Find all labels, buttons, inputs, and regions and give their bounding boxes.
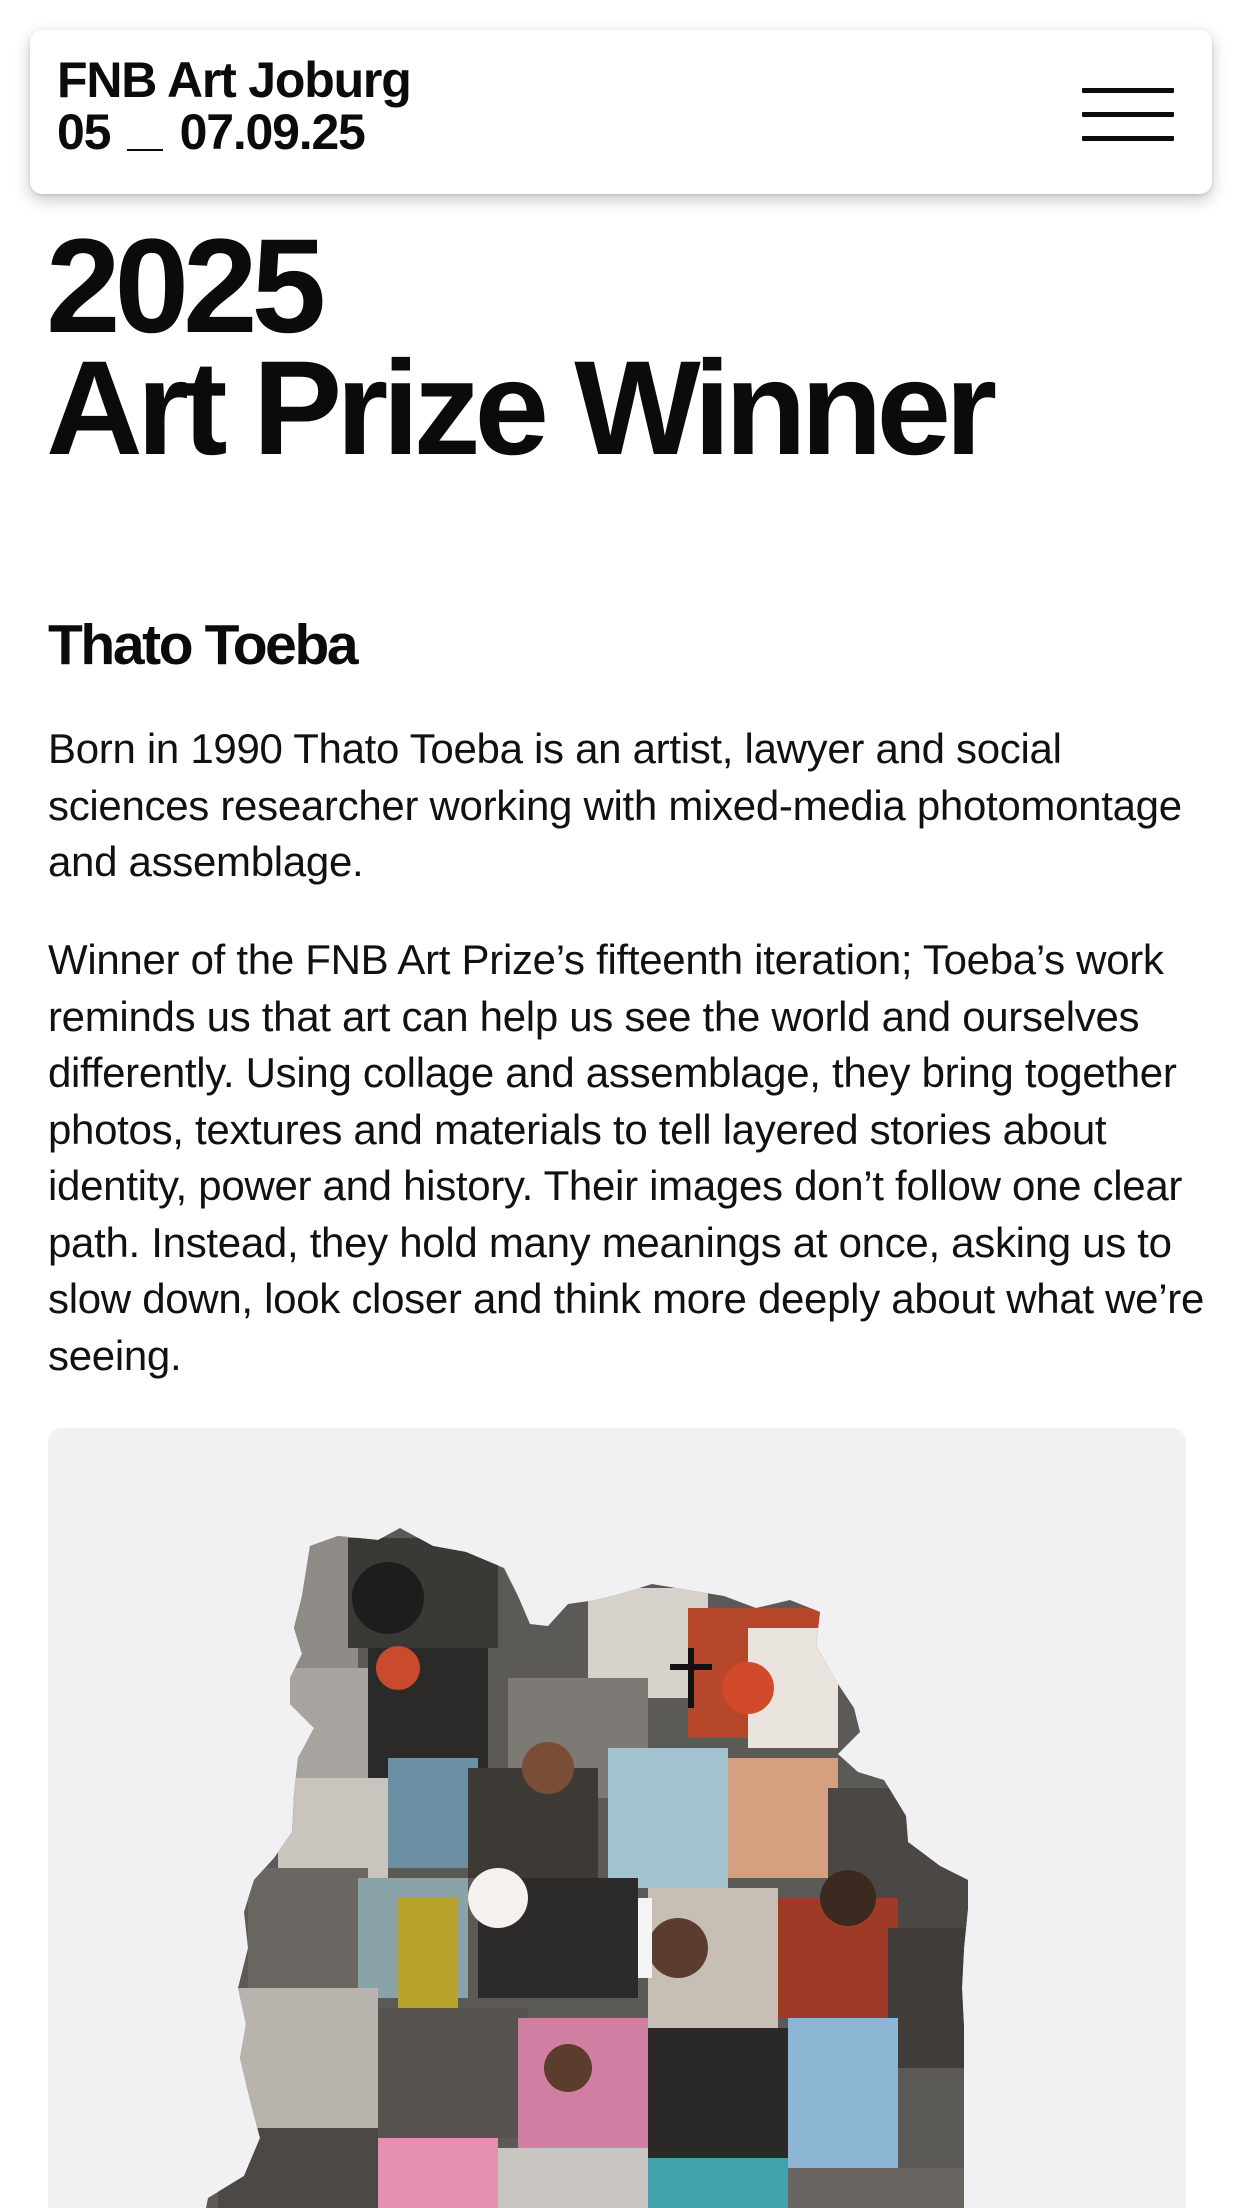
brand-name: FNB Art Joburg	[57, 52, 412, 108]
title-year: 2025	[46, 212, 326, 361]
menu-bar-top	[1082, 88, 1174, 93]
page: FNB Art Joburg 05 07.09.25 2025 Art Priz…	[0, 0, 1242, 2208]
title-text: Art Prize Winner	[46, 334, 997, 483]
artwork-collage-image	[48, 1428, 1186, 2208]
menu-bar-middle	[1082, 112, 1174, 117]
artist-description-paragraph: Winner of the FNB Art Prize’s fifteenth …	[48, 936, 1204, 1379]
brand-logo[interactable]: FNB Art Joburg 05 07.09.25	[57, 52, 412, 158]
event-dates: 05 07.09.25	[57, 106, 411, 158]
site-header: FNB Art Joburg 05 07.09.25	[30, 30, 1212, 194]
hamburger-menu-icon[interactable]	[1082, 86, 1174, 144]
menu-bar-bottom	[1082, 136, 1174, 141]
artist-name: Thato Toeba	[48, 613, 359, 677]
artist-bio-paragraph: Born in 1990 Thato Toeba is an artist, l…	[48, 725, 1182, 885]
date-separator	[126, 149, 163, 151]
date-start: 05	[57, 104, 111, 160]
artwork-collage-graphic	[198, 1528, 968, 2208]
date-end: 07.09.25	[179, 104, 366, 160]
page-title: 2025 Art Prize Winner	[46, 212, 997, 483]
